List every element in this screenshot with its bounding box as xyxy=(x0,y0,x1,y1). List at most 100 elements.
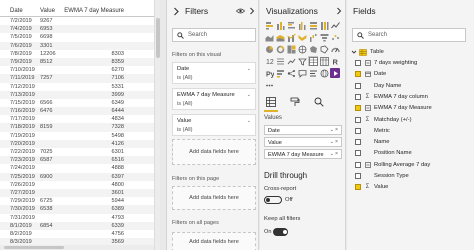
table-row[interactable]: 7/23/2019 6587 6516 xyxy=(0,156,160,165)
checkbox[interactable] xyxy=(355,93,361,100)
column-header-value[interactable]: Value xyxy=(36,8,62,14)
checkbox[interactable] xyxy=(355,139,361,146)
table-row[interactable]: 7/20/2019 4126 xyxy=(0,139,160,148)
well-controls[interactable]: ⌄× xyxy=(330,139,339,145)
eye-icon[interactable] xyxy=(236,8,245,14)
more-visuals-icon[interactable] xyxy=(264,80,274,90)
cross-report-toggle[interactable] xyxy=(264,196,282,204)
scatter-chart-icon[interactable] xyxy=(330,32,340,42)
table-visual-icon[interactable] xyxy=(308,56,318,66)
table-row[interactable]: 7/13/2019 3999 xyxy=(0,90,160,99)
field-item[interactable]: Metric xyxy=(355,126,390,136)
add-fields-drop-zone-page[interactable]: Add data fields here xyxy=(172,186,256,210)
multi-row-card-icon[interactable] xyxy=(275,56,285,66)
slicer-icon[interactable] xyxy=(297,56,307,66)
field-item[interactable]: Name xyxy=(355,137,389,147)
line-and-column-chart-icon[interactable] xyxy=(286,32,296,42)
checkbox-checked[interactable] xyxy=(355,184,361,191)
column-header-date[interactable]: Date xyxy=(0,8,36,14)
table-row[interactable]: 7/27/2019 3601 xyxy=(0,188,160,198)
table-row[interactable]: 7/18/2019 8159 7328 xyxy=(0,123,160,132)
key-influencers-icon[interactable] xyxy=(275,68,285,78)
smart-narrative-icon[interactable] xyxy=(308,68,318,78)
shape-map-icon[interactable] xyxy=(319,44,329,54)
clustered-column-chart-icon[interactable] xyxy=(297,20,307,30)
chevron-down-icon[interactable]: ⌄ xyxy=(247,118,251,124)
table-row[interactable]: 7/8/2019 12206 8303 xyxy=(0,50,160,58)
100-stacked-bar-icon[interactable] xyxy=(308,20,318,30)
map-icon[interactable] xyxy=(297,44,307,54)
table-row[interactable]: 7/6/2019 3301 xyxy=(0,41,160,50)
checkbox[interactable] xyxy=(355,82,361,89)
value-well-ewma[interactable]: EWMA 7 day Measure ⌄× xyxy=(264,149,342,159)
treemap-icon[interactable] xyxy=(286,44,296,54)
table-row[interactable]: 7/29/2019 6725 5944 xyxy=(0,197,160,205)
chevron-right-icon[interactable] xyxy=(249,7,255,15)
line-chart-icon[interactable] xyxy=(330,20,340,30)
r-visual-icon[interactable]: R xyxy=(330,56,340,66)
kpi-icon[interactable] xyxy=(286,56,296,66)
stacked-area-chart-icon[interactable] xyxy=(275,32,285,42)
table-row[interactable]: 7/16/2019 6476 6444 xyxy=(0,107,160,116)
table-row[interactable]: 7/25/2019 6900 6397 xyxy=(0,172,160,181)
table-row[interactable]: 7/12/2019 5331 xyxy=(0,83,160,91)
add-fields-drop-zone-all-pages[interactable]: Add data fields here xyxy=(172,232,256,250)
chevron-down-icon[interactable] xyxy=(351,49,357,55)
table-row[interactable]: 7/19/2019 5498 xyxy=(0,132,160,140)
table-row[interactable]: 7/4/2019 6953 xyxy=(0,25,160,34)
area-chart-icon[interactable] xyxy=(264,32,274,42)
chevron-right-icon[interactable] xyxy=(336,7,342,15)
table-row[interactable]: 8/2/2019 4756 xyxy=(0,230,160,238)
card-icon[interactable]: 123 xyxy=(264,56,274,66)
keep-all-filters-toggle[interactable]: On xyxy=(264,227,288,237)
table-row[interactable]: 7/2/2019 9267 xyxy=(0,17,160,25)
fields-tab-icon[interactable] xyxy=(266,97,276,107)
add-fields-drop-zone-visual[interactable]: Add data fields here xyxy=(172,139,256,165)
analytics-magnifier-icon[interactable] xyxy=(314,97,324,107)
field-item[interactable]: Σ Matchday (+/-) xyxy=(355,115,412,125)
checkbox-checked[interactable] xyxy=(355,71,361,78)
field-item[interactable]: Date xyxy=(355,69,386,79)
fields-search-input[interactable]: Search xyxy=(352,28,466,42)
field-item[interactable]: Σ Value xyxy=(355,182,388,192)
qa-visual-icon[interactable] xyxy=(297,68,307,78)
well-controls[interactable]: ⌄× xyxy=(330,127,339,133)
waterfall-chart-icon[interactable] xyxy=(308,32,318,42)
table-node[interactable]: Table xyxy=(351,47,384,57)
paint-roller-icon[interactable] xyxy=(290,97,300,107)
field-item[interactable]: Rolling Average 7 day xyxy=(355,160,430,170)
well-controls[interactable]: ⌄× xyxy=(330,151,339,157)
field-item[interactable]: Σ EWMA 7 day column xyxy=(355,92,428,102)
value-well-date[interactable]: Date ⌄× xyxy=(264,125,342,135)
field-item[interactable]: Position Name xyxy=(355,148,412,158)
checkbox[interactable] xyxy=(355,173,361,179)
chevron-right-icon[interactable] xyxy=(173,7,180,16)
filter-card-value[interactable]: Value is (All) ⌄ xyxy=(172,114,256,136)
checkbox-checked[interactable] xyxy=(355,105,361,112)
table-row[interactable]: 7/17/2019 4834 xyxy=(0,115,160,123)
checkbox[interactable] xyxy=(355,150,361,157)
table-row[interactable]: 7/30/2019 6538 6389 xyxy=(0,205,160,214)
scrollbar-thumb[interactable] xyxy=(4,246,64,249)
field-item[interactable]: Session Type xyxy=(355,171,409,181)
column-header-ewma[interactable]: EWMA 7 day Measure xyxy=(62,8,124,14)
checkbox[interactable] xyxy=(355,127,361,134)
chevron-down-icon[interactable]: ⌄ xyxy=(247,92,251,98)
table-visual[interactable]: Date Value EWMA 7 day Measure 7/2/2019 92… xyxy=(0,0,160,250)
table-row[interactable]: 7/24/2019 4888 xyxy=(0,164,160,172)
filters-search-input[interactable]: Search xyxy=(172,28,256,42)
python-visual-icon[interactable]: Py xyxy=(264,68,274,78)
filter-card-ewma[interactable]: EWMA 7 day Measure is (All) ⌄ xyxy=(172,88,256,110)
donut-chart-icon[interactable] xyxy=(275,44,285,54)
table-row[interactable]: 7/15/2019 6566 6349 xyxy=(0,99,160,107)
decomposition-tree-icon[interactable] xyxy=(286,68,296,78)
table-row[interactable]: 7/22/2019 7025 6301 xyxy=(0,148,160,156)
table-row[interactable]: 7/10/2019 6270 xyxy=(0,66,160,74)
pie-chart-icon[interactable] xyxy=(264,44,274,54)
filled-map-icon[interactable] xyxy=(308,44,318,54)
matrix-icon[interactable] xyxy=(319,56,329,66)
globe-visual-icon[interactable] xyxy=(319,68,329,78)
filter-card-date[interactable]: Date is (All) ⌄ xyxy=(172,62,256,84)
field-item[interactable]: 7 days weighting xyxy=(355,58,417,68)
table-row[interactable]: 7/26/2019 4800 xyxy=(0,181,160,189)
